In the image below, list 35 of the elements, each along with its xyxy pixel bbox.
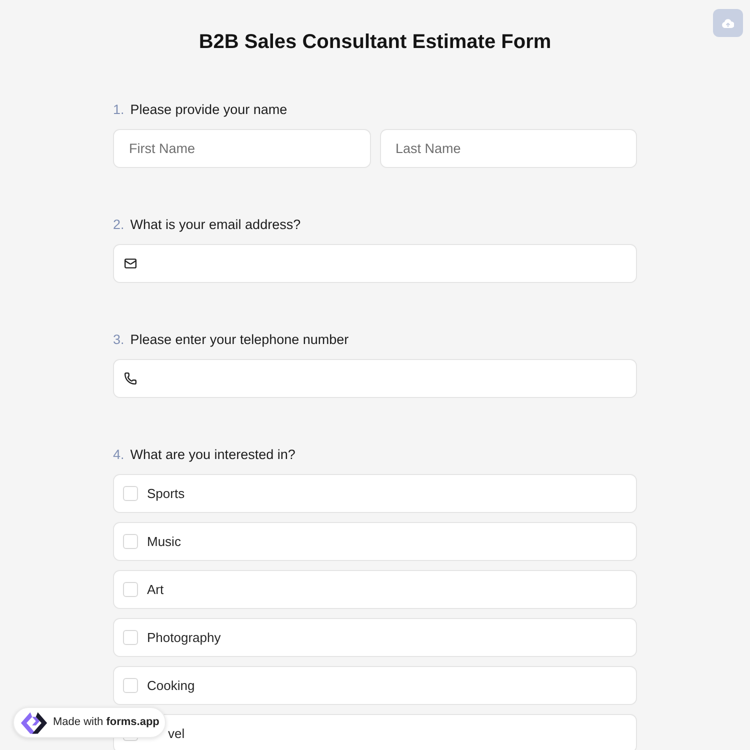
cloud-upload-icon <box>722 18 734 28</box>
option-card[interactable]: Cooking <box>113 666 637 705</box>
checkbox[interactable] <box>123 582 138 597</box>
option-card[interactable]: Photography <box>113 618 637 657</box>
question-number: 4. <box>113 446 124 464</box>
option-card[interactable]: Music <box>113 522 637 561</box>
form-title: B2B Sales Consultant Estimate Form <box>198 30 552 55</box>
option-card[interactable]: Art <box>113 570 637 609</box>
made-with-badge[interactable]: Made with forms.app <box>13 707 166 738</box>
checkbox[interactable] <box>123 534 138 549</box>
option-label: vel <box>168 724 185 743</box>
email-field[interactable] <box>113 244 637 283</box>
mail-icon <box>124 257 137 270</box>
option-label: Sports <box>147 484 185 503</box>
phone-field[interactable] <box>113 359 637 398</box>
phone-icon <box>124 372 137 385</box>
option-label: Cooking <box>147 676 195 695</box>
checkbox[interactable] <box>123 630 138 645</box>
option-label: Photography <box>147 628 221 647</box>
checkbox[interactable] <box>123 486 138 501</box>
upload-button[interactable] <box>713 9 743 37</box>
question-number: 3. <box>113 330 124 349</box>
question-number: 1. <box>113 100 124 119</box>
question-label: What is your email address? <box>130 216 301 234</box>
question-label: What are you interested in? <box>130 446 296 464</box>
question-label: Please enter your telephone number <box>130 330 349 349</box>
name-field[interactable]: Last Name <box>380 129 637 168</box>
question-number: 2. <box>113 216 124 234</box>
question-label: Please provide your name <box>130 100 288 119</box>
option-card[interactable]: Sports <box>113 474 637 513</box>
option-label: Music <box>147 532 181 551</box>
logo-icon <box>20 710 48 734</box>
name-field[interactable]: First Name <box>113 129 370 168</box>
checkbox[interactable] <box>123 678 138 693</box>
option-label: Art <box>147 580 164 599</box>
